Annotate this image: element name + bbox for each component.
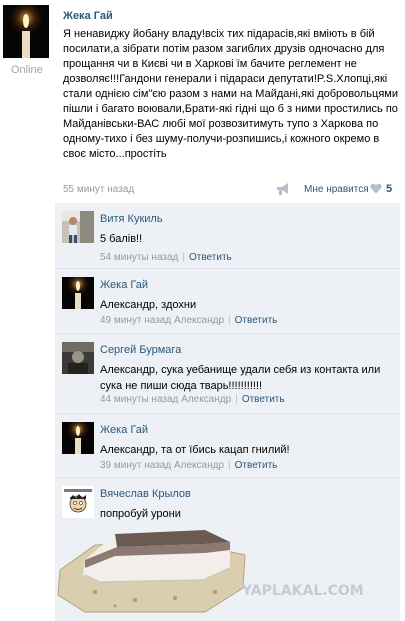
comment-author-link[interactable]: Вячеслав Крылов [100, 488, 191, 500]
watermark-text: YAPLAKAL.COM [242, 583, 364, 599]
reply-button[interactable]: Ответить [235, 315, 278, 326]
comment-author-link[interactable]: Витя Кукиль [100, 213, 163, 225]
reply-button[interactable]: Ответить [235, 460, 278, 471]
comment-author-link[interactable]: Жека Гай [100, 424, 148, 436]
comment-item: Жека Гай Александр, та от їбись кацап гн… [55, 413, 400, 477]
comment-text: Александр, та от їбись кацап гнилий! [100, 444, 290, 456]
comment-author-link[interactable]: Сергей Бурмага [100, 344, 181, 356]
like-count: 5 [386, 183, 393, 195]
comment-text: 5 балів!! [100, 233, 143, 245]
comment-addressee[interactable]: Александр [174, 460, 224, 471]
reply-button[interactable]: Ответить [242, 394, 285, 405]
comment-timestamp[interactable]: 54 минуты назад [100, 252, 178, 263]
comment-author-link[interactable]: Жека Гай [100, 279, 148, 291]
post-text: Я ненавиджу йобану владу!всіх тих підара… [63, 28, 398, 160]
comment-addressee[interactable]: Александр [174, 315, 224, 326]
comment-addressee[interactable]: Александр [181, 394, 231, 405]
comment-meta: 44 минуты назад Александр | Ответить [100, 394, 285, 405]
heart-icon[interactable] [370, 183, 382, 194]
comment-item: Витя Кукиль 5 балів!! 54 минуты назад | От… [55, 203, 400, 268]
comment-text: Александр, сука уебанище удали себя из к… [100, 364, 381, 392]
reply-button[interactable]: Ответить [189, 252, 232, 263]
comment-item: Жека Гай Александр, здохни 49 минут наза… [55, 268, 400, 333]
comment-meta: 49 минут назад Александр | Ответить [100, 315, 278, 326]
wall-post: Online Жека Гай Я ненавиджу йобану владу… [0, 0, 405, 200]
comment-text: Александр, здохни [100, 299, 197, 311]
comment-item: Сергей Бурмага Александр, сука уебанище … [55, 333, 400, 413]
comment-meta: 39 минут назад Александр | Ответить [100, 460, 278, 471]
salo-photo-attachment[interactable] [55, 520, 250, 615]
candle-avatar[interactable] [3, 5, 49, 58]
online-status: Online [11, 64, 43, 76]
comment-timestamp[interactable]: 39 минут назад [100, 460, 171, 471]
share-megaphone-icon[interactable] [275, 182, 291, 196]
comment-timestamp[interactable]: 44 минуты назад [100, 394, 178, 405]
candle-avatar[interactable] [62, 422, 94, 454]
post-author-link[interactable]: Жека Гай [63, 10, 113, 22]
comment-meta: 54 минуты назад | Ответить [100, 252, 232, 263]
comment-timestamp[interactable]: 49 минут назад [100, 315, 171, 326]
like-label[interactable]: Мне нравится [304, 184, 369, 195]
post-timestamp[interactable]: 55 минут назад [63, 184, 134, 195]
cartoon-avatar[interactable] [62, 486, 94, 518]
candle-avatar[interactable] [62, 277, 94, 309]
user-photo-avatar[interactable] [62, 342, 94, 374]
user-photo-avatar[interactable] [62, 211, 94, 243]
